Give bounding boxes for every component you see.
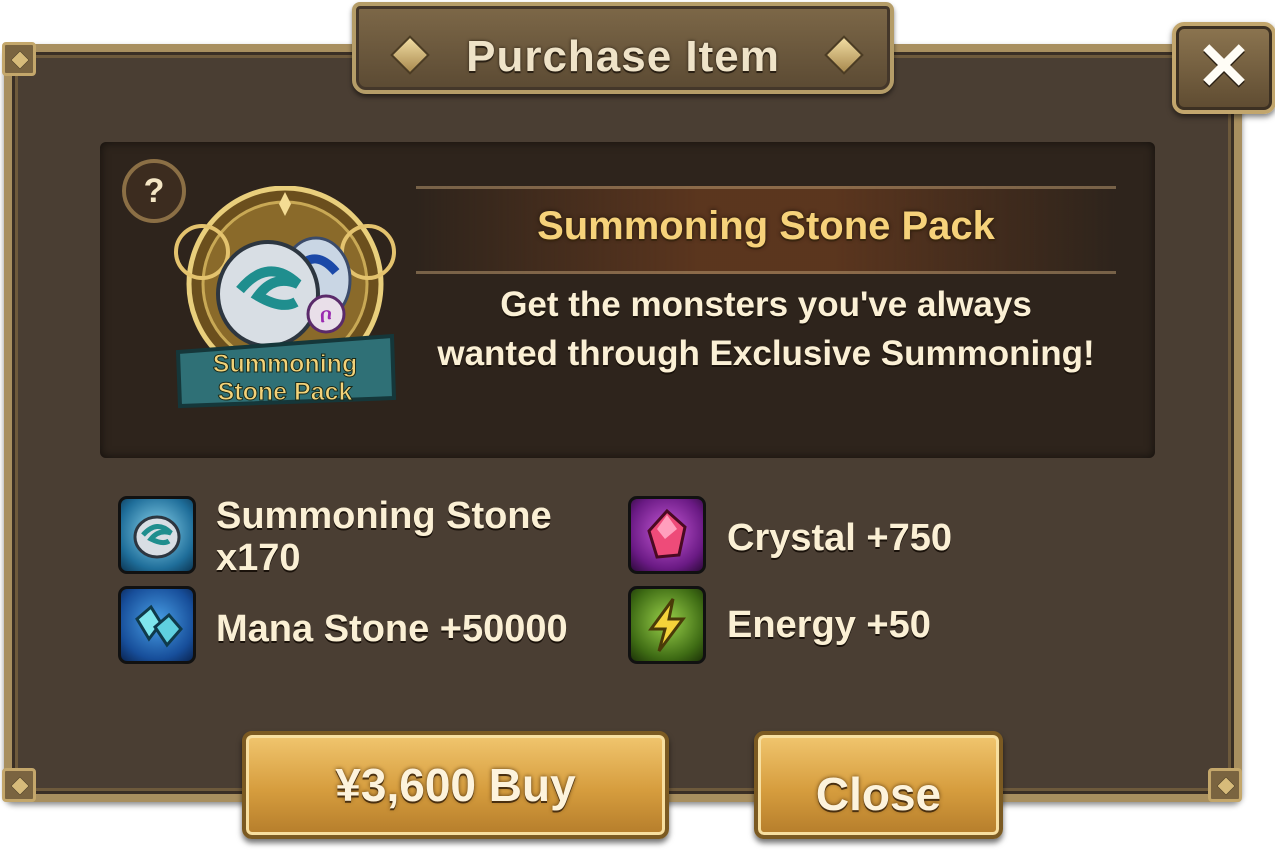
frame-corner-ornament bbox=[1208, 768, 1242, 802]
close-x-button[interactable]: ✕ bbox=[1172, 22, 1275, 114]
title-tab: Purchase Item bbox=[352, 2, 894, 94]
reward-energy-label: Energy +50 bbox=[727, 604, 931, 646]
svg-text:ቦ: ቦ bbox=[320, 303, 331, 327]
pack-caption-line1: Summoning bbox=[213, 350, 357, 378]
item-info-panel: ? ቦ Summoning Stone Pack Summoning Stone… bbox=[100, 142, 1155, 458]
summoning-stone-icon bbox=[118, 496, 196, 574]
frame-corner-ornament bbox=[2, 768, 36, 802]
pack-caption-line2: Stone Pack bbox=[218, 378, 353, 406]
reward-summoning-stone-label: Summoning Stone x170 bbox=[216, 495, 552, 579]
close-button[interactable]: Close bbox=[754, 731, 1003, 839]
reward-mana-stone-label: Mana Stone +50000 bbox=[216, 608, 568, 650]
mana-stone-icon bbox=[118, 586, 196, 664]
frame-corner-ornament bbox=[2, 42, 36, 76]
item-name: Summoning Stone Pack bbox=[537, 204, 995, 248]
crystal-icon bbox=[628, 496, 706, 574]
dialog-title: Purchase Item bbox=[466, 32, 780, 81]
reward-crystal-label: Crystal +750 bbox=[727, 517, 952, 559]
item-description: Get the monsters you've always wanted th… bbox=[437, 285, 1095, 373]
buy-button[interactable]: ¥3,600 Buy bbox=[242, 731, 669, 839]
summoning-stone-pack-icon: ቦ Summoning Stone Pack bbox=[174, 186, 397, 409]
energy-icon bbox=[628, 586, 706, 664]
